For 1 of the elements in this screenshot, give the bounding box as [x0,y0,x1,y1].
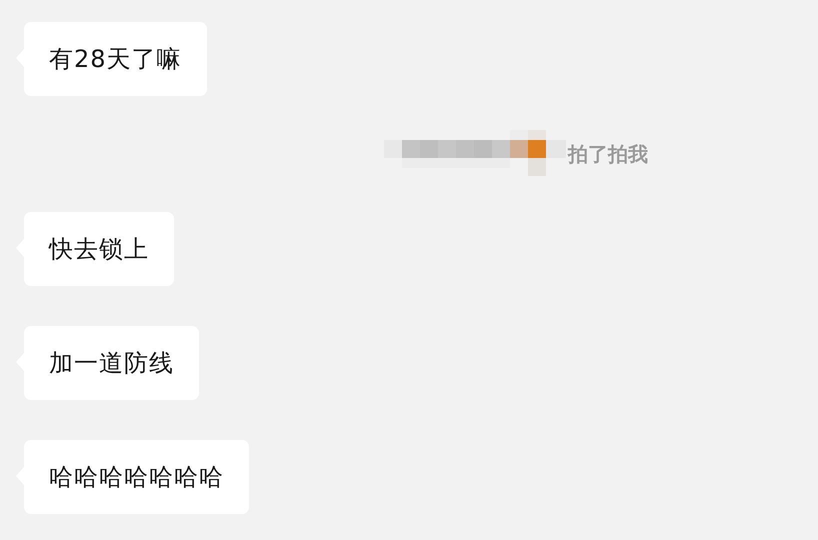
pat-notice: 拍了拍我 [568,141,648,168]
